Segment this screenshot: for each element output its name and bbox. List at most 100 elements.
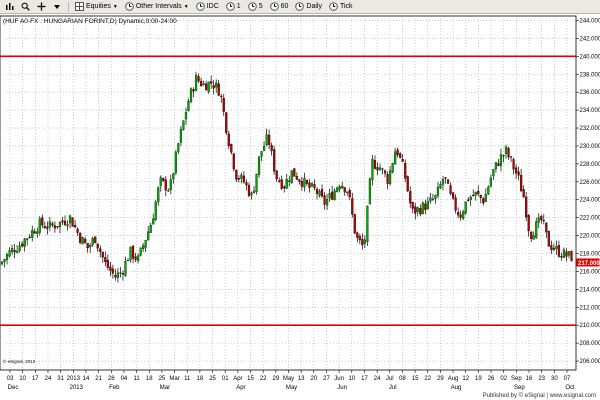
candle-down (472, 194, 475, 197)
interval-60-button[interactable]: 60 (267, 1, 292, 13)
candle-up (126, 259, 130, 262)
candle-up (184, 112, 188, 120)
interval-1-button[interactable]: 1 (223, 1, 244, 13)
candle-down (479, 195, 482, 199)
price-chart[interactable]: 244.000 242.000 240.000 238.000 236.000 234.0… (0, 14, 600, 400)
candle-up (10, 248, 14, 252)
candle-down (454, 197, 457, 211)
candle-down (232, 153, 235, 170)
interval-5-button[interactable]: 5 (245, 1, 266, 13)
month-label: Feb (109, 385, 120, 391)
crosshair-icon[interactable] (34, 1, 49, 13)
candle-up (250, 192, 253, 196)
candle-down (361, 238, 364, 246)
x-tick-label: 14 (83, 376, 90, 382)
other-intervals-dropdown[interactable]: Other Intervals ▼ (122, 1, 192, 13)
candle-up (152, 218, 155, 225)
candle-down (373, 160, 377, 169)
clock-icon (125, 2, 134, 11)
x-tick-label: 07 (564, 376, 571, 382)
candle-up (341, 185, 344, 189)
x-tick-label: 03 (7, 376, 14, 382)
candle-down (197, 76, 200, 82)
interval-tick-button[interactable]: Tick (326, 1, 356, 13)
month-label: Apr (236, 385, 245, 391)
toolbar-separator (68, 1, 69, 12)
month-label: Aug (451, 385, 462, 391)
candle-up (58, 221, 62, 228)
x-tick-label: 30 (551, 376, 558, 382)
zoom-in-icon[interactable] (18, 1, 33, 13)
x-tick-label: 24 (374, 376, 381, 382)
candle-up (139, 247, 142, 256)
month-label: Mar (160, 385, 170, 391)
candle-up (124, 260, 127, 276)
y-tick-label: 232.000 (580, 126, 600, 132)
candle-up (169, 179, 172, 191)
candle-up (535, 221, 538, 238)
y-tick-label: 240.000 (580, 54, 600, 60)
candle-down (444, 177, 447, 179)
candle-up (310, 183, 314, 187)
candle-up (537, 217, 540, 223)
candle-up (285, 179, 288, 189)
x-tick-label: 16 (526, 376, 533, 382)
candle-up (504, 146, 508, 154)
candle-up (91, 238, 94, 245)
candle-up (439, 183, 442, 189)
candle-down (13, 249, 16, 253)
candle-down (545, 222, 548, 233)
equities-dropdown[interactable]: Equities ▼ (72, 1, 121, 13)
candle-up (215, 82, 218, 88)
chart-style-icon[interactable] (2, 1, 17, 13)
candle-down (419, 208, 422, 215)
candle-down (527, 215, 530, 232)
candle-down (222, 98, 225, 112)
candle-down (199, 80, 203, 86)
y-tick-label: 226.000 (580, 180, 600, 186)
candle-up (567, 251, 571, 256)
candle-down (61, 220, 64, 223)
candle-down (245, 182, 248, 186)
candle-up (66, 224, 69, 227)
interval-5-label: 5 (258, 3, 263, 10)
candle-down (96, 243, 99, 249)
candle-down (162, 178, 165, 181)
candle-down (104, 257, 107, 263)
candle-up (489, 177, 492, 187)
x-tick-label: 08 (399, 376, 406, 382)
candle-up (469, 196, 472, 200)
candle-up (290, 170, 293, 183)
y-tick-label: 210.000 (580, 323, 600, 329)
add-menu-icon[interactable] (50, 1, 64, 13)
candle-down (131, 246, 135, 259)
candle-down (525, 196, 528, 218)
y-tick-label: 218.000 (580, 251, 600, 257)
candle-down (547, 230, 550, 247)
candle-up (325, 198, 329, 206)
clock-icon (195, 2, 205, 11)
candle-down (300, 180, 303, 187)
chevron-down-icon: ▼ (183, 3, 189, 10)
candle-up (421, 202, 424, 214)
candle-down (509, 156, 513, 158)
candle-up (464, 201, 467, 214)
candle-up (436, 186, 440, 196)
candle-down (383, 170, 387, 174)
x-tick-label: 2013 (67, 376, 81, 382)
candle-down (220, 95, 223, 97)
candle-up (474, 191, 477, 196)
candle-up (157, 187, 160, 203)
candle-down (305, 180, 309, 184)
x-tick-label: 31 (57, 376, 64, 382)
interval-daily-button[interactable]: Daily (292, 1, 325, 13)
x-tick-label: 17 (361, 376, 368, 382)
candle-down (273, 149, 276, 172)
interval-idc-button[interactable]: IDC (193, 1, 222, 13)
candle-up (18, 245, 21, 251)
month-label: Jul (389, 385, 397, 391)
candle-down (308, 182, 311, 188)
candle-up (431, 198, 435, 200)
candle-up (255, 173, 258, 192)
candle-up (89, 245, 92, 248)
